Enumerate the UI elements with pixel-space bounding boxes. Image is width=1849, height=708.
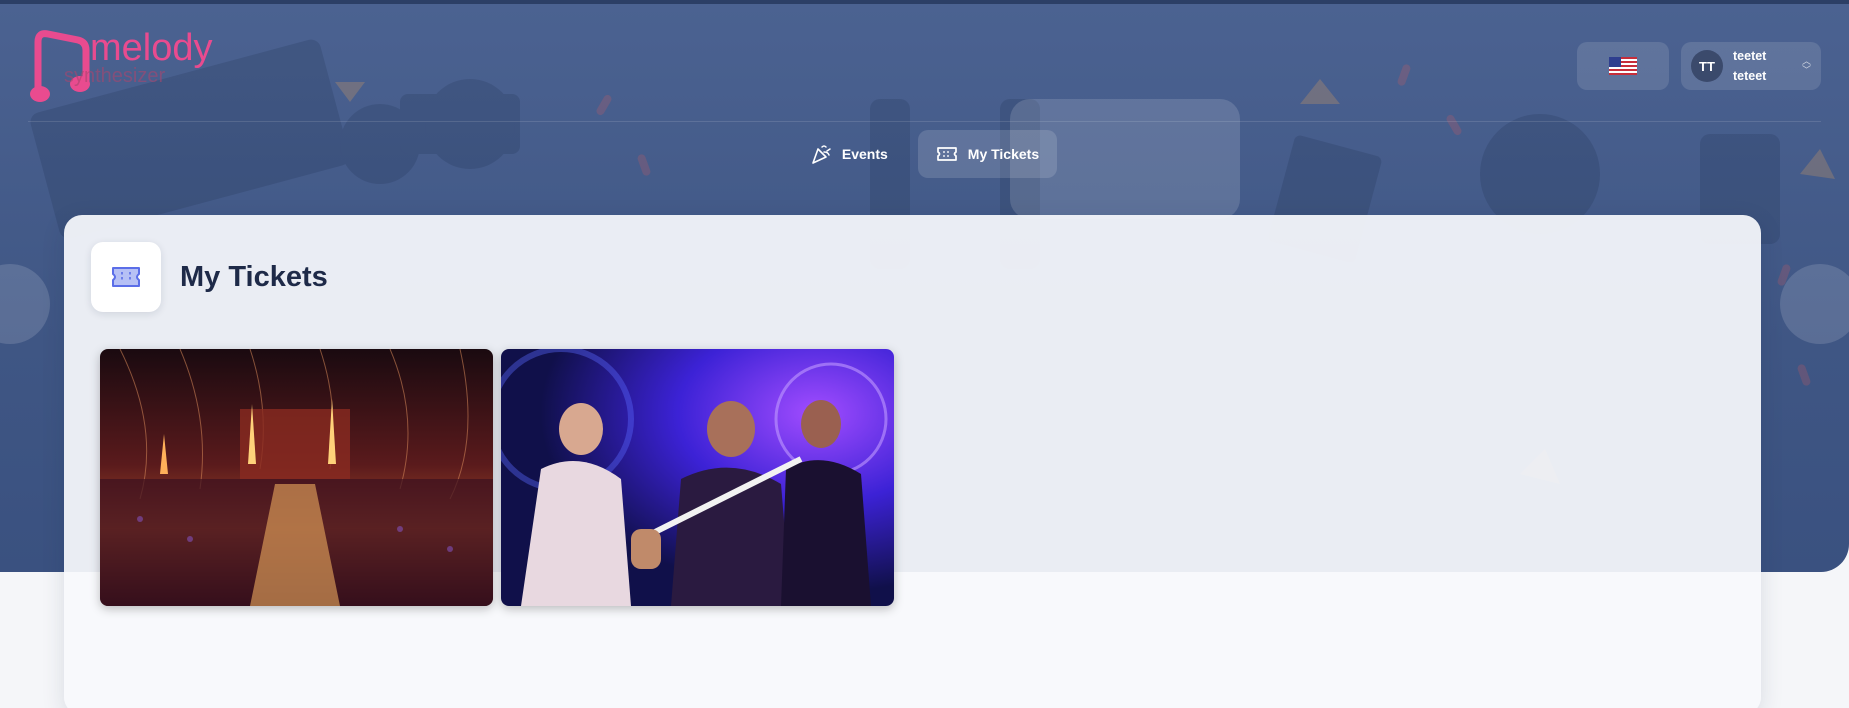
nav-item-label: My Tickets (967, 146, 1040, 162)
nav-item-events[interactable]: Events (792, 130, 906, 178)
user-last-name: teteet (1733, 69, 1767, 83)
melody-logo[interactable]: melody synthesizer (28, 22, 228, 117)
rock-band-concert-image (501, 349, 894, 606)
ticket-list (100, 349, 894, 606)
logo-graphic: melody synthesizer (30, 27, 213, 102)
avatar: TT (1691, 50, 1723, 82)
page-title: My Tickets (180, 260, 328, 293)
festival-crowd-stage-image (100, 349, 493, 606)
us-flag-icon (1609, 57, 1637, 75)
tickets-card: My Tickets (64, 215, 1761, 708)
nav-item-my-tickets[interactable]: My Tickets (917, 130, 1058, 178)
ticket-icon (936, 147, 957, 161)
ticket-card[interactable] (100, 349, 493, 606)
page-header: My Tickets (91, 242, 328, 312)
chevron-up-down-icon: ︿ ﹀ (1801, 56, 1811, 75)
ticket-card[interactable] (501, 349, 894, 606)
language-selector-button[interactable] (1577, 42, 1669, 90)
user-first-name: teetet (1733, 49, 1767, 63)
svg-text:melody: melody (90, 27, 213, 69)
user-name: teetet teteet (1733, 46, 1766, 86)
party-popper-icon (812, 145, 831, 164)
ticket-icon (112, 267, 140, 287)
main-nav: Events My Tickets (0, 130, 1849, 180)
user-menu-button[interactable]: TT teetet teteet ︿ ﹀ (1681, 42, 1821, 90)
svg-text:synthesizer: synthesizer (64, 65, 165, 87)
page-icon-box (91, 242, 161, 312)
nav-item-label: Events (841, 146, 888, 162)
top-bar: melody synthesizer TT teetet teteet ︿ ﹀ (28, 0, 1821, 122)
